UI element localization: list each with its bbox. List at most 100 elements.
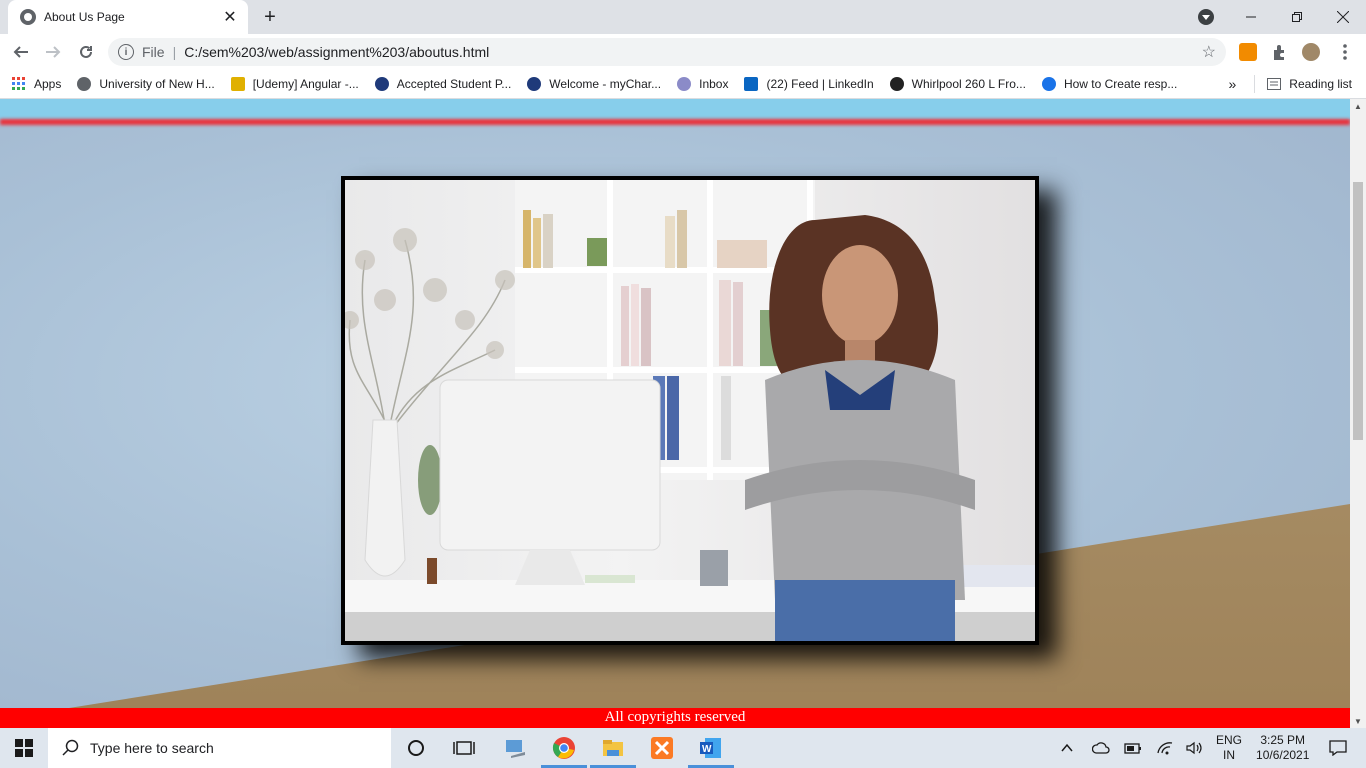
volume-icon[interactable] [1186,741,1204,755]
reading-list-button[interactable]: Reading list [1289,77,1352,91]
help-icon [1041,77,1056,91]
menu-kebab-icon[interactable] [1334,41,1356,63]
bookmark-label: Accepted Student P... [396,77,512,91]
system-tray: ENG IN 3:25 PM 10/6/2021 [1060,728,1348,768]
back-button[interactable] [10,41,32,63]
file-explorer-icon[interactable] [601,736,625,760]
chrome-icon[interactable] [552,736,576,760]
url-separator: | [172,44,177,60]
bookmark-star-icon[interactable]: ☆ [1202,42,1216,62]
forward-arrow-icon [46,46,61,58]
reload-button[interactable] [75,41,97,63]
minimize-button[interactable] [1228,0,1274,34]
clock-time: 3:25 PM [1260,733,1306,747]
window-controls [1228,0,1366,34]
address-bar[interactable]: i File | C:/sem%203/web/assignment%203/a… [108,38,1226,66]
about-photo [345,180,1035,641]
bookmark-university[interactable]: University of New H... [77,77,215,91]
bookmark-mycharlotte[interactable]: Welcome - myChar... [527,77,661,91]
profile-avatar[interactable] [1302,43,1320,61]
svg-text:W: W [702,744,712,755]
back-arrow-icon [13,46,28,58]
scroll-up-arrow-icon[interactable]: ▲ [1350,99,1366,113]
clock-date: 10/6/2021 [1256,748,1310,762]
chevron-up-icon[interactable] [1060,741,1074,755]
bookmark-inbox[interactable]: Inbox [677,77,728,91]
linkedin-icon [744,77,759,91]
scroll-thumb[interactable] [1353,182,1363,440]
bookmarks-overflow-button[interactable]: » [1229,76,1237,92]
url-scheme: File [142,44,165,60]
tab-close-button[interactable]: ✕ [220,7,240,27]
udemy-icon [230,77,245,91]
bookmark-label: [Udemy] Angular -... [252,77,359,91]
clock[interactable]: 3:25 PM 10/6/2021 [1256,733,1309,763]
bookmark-label: Inbox [699,77,729,91]
close-window-button[interactable] [1320,0,1366,34]
page-footer: All copyrights reserved [0,708,1350,728]
onedrive-cloud-icon[interactable] [1092,741,1110,755]
bookmark-udemy[interactable]: [Udemy] Angular -... [230,77,359,91]
bookmark-amazon[interactable]: Whirlpool 260 L Fro... [889,77,1026,91]
extensions-puzzle-icon[interactable] [1271,43,1289,61]
close-icon [1337,11,1349,23]
windows-taskbar: Type here to search W ENG IN 3:25 PM 10/… [0,728,1366,768]
info-icon[interactable]: i [118,44,134,60]
language-region: IN [1223,748,1235,762]
page-viewport: All copyrights reserved [0,99,1350,728]
tab-title: About Us Page [44,10,125,24]
bookmarks-bar: Apps University of New H... [Udemy] Angu… [0,70,1366,99]
start-button[interactable] [0,728,48,768]
battery-icon[interactable] [1124,741,1142,755]
apps-grid-icon [12,77,25,90]
tab-strip: About Us Page ✕ + [0,0,1366,34]
office-woman-illustration [345,180,1035,641]
language-indicator[interactable]: ENG IN [1216,733,1242,763]
bookmark-label: Apps [34,77,62,91]
bookmarks-right: » Reading list [1229,70,1352,98]
bookmark-label: Whirlpool 260 L Fro... [911,77,1026,91]
forward-button[interactable] [42,41,64,63]
bookmark-apps[interactable]: Apps [12,77,61,91]
language-code: ENG [1216,733,1243,747]
task-view-icon[interactable] [452,736,476,760]
scroll-down-arrow-icon[interactable]: ▼ [1350,714,1366,728]
bookmark-label: University of New H... [99,77,215,91]
bookmark-label: How to Create resp... [1063,77,1178,91]
cortana-icon[interactable] [404,736,428,760]
globe-icon [20,9,36,25]
wifi-icon[interactable] [1156,741,1174,755]
page-header-bar [0,99,1350,119]
word-icon[interactable]: W [699,736,723,760]
restore-icon [1292,12,1302,22]
notification-icon[interactable] [1329,740,1348,756]
amazon-icon [889,77,904,91]
bookmark-accepted-student[interactable]: Accepted Student P... [374,77,512,91]
globe-icon [77,77,92,91]
header-red-line [0,119,1350,125]
reading-list-icon [1267,78,1282,90]
windows-logo-icon [15,739,33,757]
computer-app-icon[interactable] [503,736,527,760]
search-placeholder: Type here to search [90,740,214,756]
divider [1254,75,1256,93]
browser-toolbar: i File | C:/sem%203/web/assignment%203/a… [0,34,1366,70]
extension-honey-icon[interactable] [1239,43,1257,61]
taskbar-search[interactable]: Type here to search [48,728,391,768]
bookmark-label: Welcome - myChar... [549,77,662,91]
restore-button[interactable] [1274,0,1320,34]
url-text[interactable]: C:/sem%203/web/assignment%203/aboutus.ht… [184,44,489,60]
bookmark-how-to-create[interactable]: How to Create resp... [1041,77,1178,91]
mycharlotte-icon [527,77,542,91]
search-icon [62,739,79,756]
new-tab-button[interactable]: + [258,6,282,28]
bookmark-linkedin[interactable]: (22) Feed | LinkedIn [744,77,874,91]
tab-search-icon[interactable] [1198,9,1214,25]
minimize-icon [1246,16,1256,18]
xampp-icon[interactable] [650,736,674,760]
reload-icon [80,45,92,58]
bookmark-label: (22) Feed | LinkedIn [766,77,874,91]
tab-about-us[interactable]: About Us Page ✕ [8,0,248,34]
page-scrollbar[interactable]: ▲ ▼ [1350,99,1366,728]
mail-seal-icon [677,77,692,91]
